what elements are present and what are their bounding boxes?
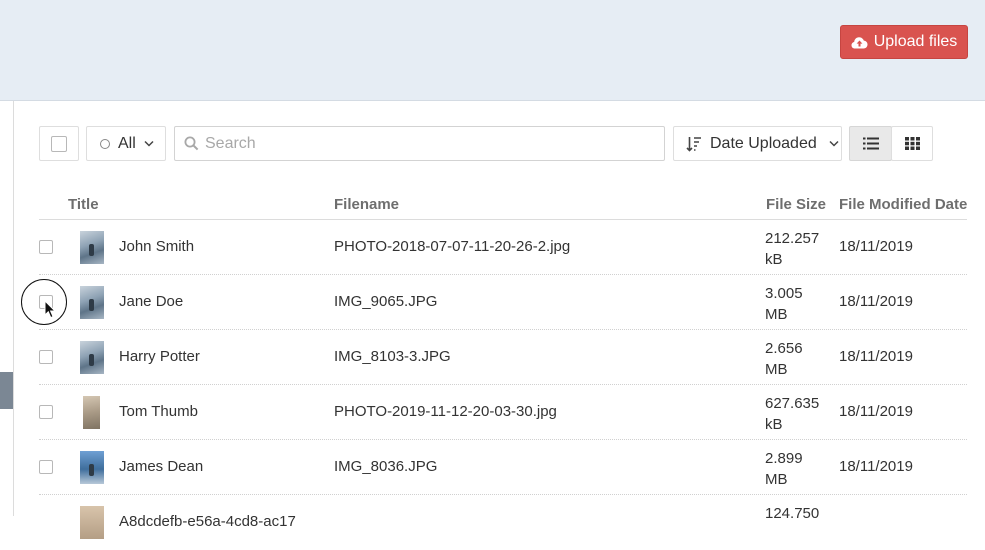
table-row[interactable]: A8dcdefb-e56a-4cd8-ac17 124.750 (39, 495, 967, 550)
filter-value: All (118, 134, 136, 152)
file-size-unit: MB (765, 471, 788, 488)
row-filename: IMG_8036.JPG (334, 458, 438, 475)
select-all-checkbox-wrapper[interactable] (39, 126, 79, 161)
upload-files-label: Upload files (873, 33, 958, 50)
file-thumbnail (80, 341, 104, 374)
select-all-checkbox[interactable] (51, 135, 67, 152)
list-view-button[interactable] (849, 126, 892, 161)
file-thumbnail (80, 451, 104, 484)
filter-radio-icon (100, 138, 110, 149)
table-row[interactable]: James Dean IMG_8036.JPG 2.899 MB 18/11/2… (39, 440, 967, 495)
row-modified-date: 18/11/2019 (839, 458, 913, 475)
row-filename: PHOTO-2019-11-12-20-03-30.jpg (334, 403, 557, 420)
file-thumbnail (83, 396, 100, 429)
row-title[interactable]: Jane Doe (119, 293, 183, 310)
row-file-size: 212.257 kB (765, 228, 825, 270)
sort-dropdown[interactable]: Date Uploaded (673, 126, 842, 161)
grid-view-icon (904, 137, 920, 150)
file-thumbnail (80, 506, 104, 539)
row-checkbox[interactable] (39, 460, 53, 474)
column-header-title[interactable]: Title (68, 196, 99, 213)
chevron-down-icon (144, 140, 154, 147)
top-header-bar: Upload files (0, 0, 985, 101)
grid-view-button[interactable] (891, 126, 933, 161)
sort-value: Date Uploaded (710, 134, 817, 152)
row-title[interactable]: John Smith (119, 238, 194, 255)
upload-files-button[interactable]: Upload files (840, 25, 968, 59)
file-thumbnail (80, 231, 104, 264)
row-checkbox[interactable] (39, 405, 53, 419)
file-thumbnail (80, 286, 104, 319)
file-size-value: 3.005 (765, 285, 803, 302)
row-filename: IMG_8103-3.JPG (334, 348, 451, 365)
table-row[interactable]: Harry Potter IMG_8103-3.JPG 2.656 MB 18/… (39, 330, 967, 385)
file-size-unit: MB (765, 306, 788, 323)
file-size-value: 2.656 (765, 340, 803, 357)
file-size-value: 124.750 (765, 505, 820, 522)
row-modified-date: 18/11/2019 (839, 293, 913, 310)
table-row[interactable]: Jane Doe IMG_9065.JPG 3.005 MB 18/11/201… (39, 275, 967, 330)
table-row[interactable]: John Smith PHOTO-2018-07-07-11-20-26-2.j… (39, 220, 967, 275)
file-size-value: 212.257 (765, 230, 820, 247)
search-input[interactable] (205, 134, 645, 153)
search-icon (184, 136, 199, 151)
column-header-filename[interactable]: Filename (334, 196, 399, 213)
sidebar-collapse-tab[interactable] (0, 372, 13, 409)
row-title[interactable]: James Dean (119, 458, 203, 475)
mouse-pointer-icon (44, 300, 57, 319)
table-row[interactable]: Tom Thumb PHOTO-2019-11-12-20-03-30.jpg … (39, 385, 967, 440)
row-filename: PHOTO-2018-07-07-11-20-26-2.jpg (334, 238, 571, 255)
row-file-size: 2.656 MB (765, 338, 825, 380)
row-modified-date: 18/11/2019 (839, 348, 913, 365)
row-title[interactable]: Tom Thumb (119, 403, 198, 420)
filter-dropdown[interactable]: All (86, 126, 166, 161)
row-filename: IMG_9065.JPG (334, 293, 438, 310)
row-modified-date: 18/11/2019 (839, 403, 913, 420)
file-size-value: 627.635 (765, 395, 820, 412)
cloud-upload-icon (851, 36, 868, 48)
sidebar-divider (13, 101, 14, 516)
row-checkbox[interactable] (39, 350, 53, 364)
column-header-file-size[interactable]: File Size (766, 196, 826, 213)
file-size-value: 2.899 (765, 450, 803, 467)
row-file-size: 3.005 MB (765, 283, 825, 325)
row-file-size: 627.635 kB (765, 393, 825, 435)
row-title[interactable]: Harry Potter (119, 348, 200, 365)
search-box[interactable] (174, 126, 665, 161)
sort-descending-icon (686, 136, 701, 152)
chevron-down-icon (829, 140, 839, 147)
file-size-unit: kB (765, 416, 783, 433)
row-file-size: 124.750 (765, 503, 825, 524)
row-file-size: 2.899 MB (765, 448, 825, 490)
list-view-icon (862, 137, 879, 150)
row-checkbox[interactable] (39, 240, 53, 254)
file-size-unit: kB (765, 251, 783, 268)
column-header-file-modified-date[interactable]: File Modified Date (839, 196, 967, 213)
file-size-unit: MB (765, 361, 788, 378)
row-modified-date: 18/11/2019 (839, 238, 913, 255)
